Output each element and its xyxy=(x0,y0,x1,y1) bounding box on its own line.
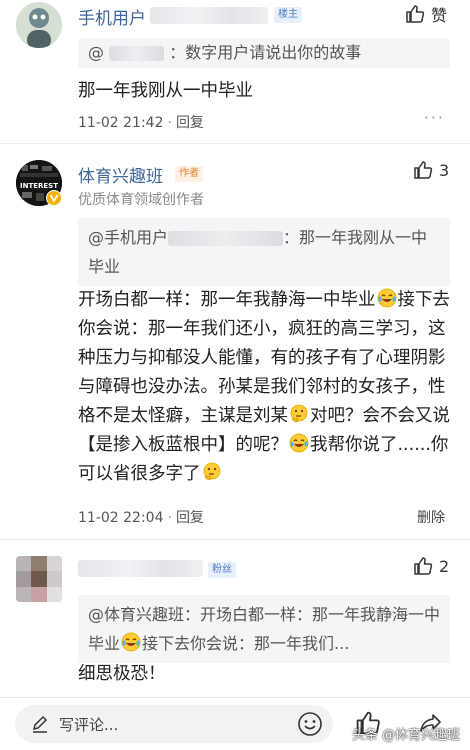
watermark: 头条 @体育兴趣班 xyxy=(351,728,460,743)
pixelated-avatar-icon xyxy=(16,556,62,602)
user-title: 优质体育领域创作者 xyxy=(78,192,204,208)
comment-text: 开场白都一样：那一年我静海一中毕业 接下去你会说：那一年我们还小，疯狂的高三学习，… xyxy=(78,286,453,489)
comment-meta: 11-02 21:42 · 回复 xyxy=(78,112,204,132)
username-redacted xyxy=(78,560,203,577)
like-count: 2 xyxy=(439,556,450,576)
comment-text: 细思极恐！ xyxy=(78,664,166,684)
tears-of-joy-emoji-icon xyxy=(121,632,141,652)
avatar[interactable] xyxy=(16,2,62,48)
username[interactable]: 体育兴趣班 xyxy=(78,162,163,187)
emoji-picker-icon[interactable] xyxy=(297,711,323,737)
bottom-bar: 写评论... 头条 @体育兴趣班 xyxy=(0,697,470,750)
comment-2: INTEREST 体育兴趣班 作者 优质体育领域创作者 3 @手机用户 ：那一年我… xyxy=(0,144,470,539)
comment-text: 那一年我刚从一中毕业 xyxy=(78,81,253,101)
svg-text:INTEREST: INTEREST xyxy=(20,182,58,190)
like-button[interactable]: 3 xyxy=(413,160,449,180)
thumbs-up-icon xyxy=(414,161,433,179)
fan-badge: 粉丝 xyxy=(208,562,236,578)
tears-of-joy-emoji-icon xyxy=(289,433,309,453)
quoted-reply[interactable]: @手机用户 ：那一年我刚从一中毕业 xyxy=(78,218,450,286)
like-button[interactable]: 赞 xyxy=(405,2,447,26)
tears-of-joy-emoji-icon xyxy=(377,288,396,308)
comment-1: 手机用户 楼主 赞 @ ：数字用户请说出你的故事 那一年我刚从一中毕业 11-0… xyxy=(0,0,470,143)
thinking-emoji-icon xyxy=(203,462,220,481)
comment-placeholder: 写评论... xyxy=(59,715,119,734)
timestamp: 11-02 22:04 xyxy=(78,510,164,526)
author-badge: 作者 xyxy=(175,166,203,182)
meta-dot: · xyxy=(167,115,172,131)
reply-button[interactable]: 回复 xyxy=(176,115,204,131)
like-count: 3 xyxy=(439,160,450,180)
reply-button[interactable]: 回复 xyxy=(176,510,204,526)
meta-dot: · xyxy=(167,510,172,526)
like-button[interactable]: 2 xyxy=(413,556,449,576)
like-label: 赞 xyxy=(431,6,448,25)
more-options-icon[interactable]: ··· xyxy=(424,108,445,127)
thumbs-up-icon xyxy=(414,557,433,575)
quoted-reply[interactable]: @ ：数字用户请说出你的故事 xyxy=(78,38,450,68)
thinking-emoji-icon xyxy=(290,404,308,423)
username-redacted xyxy=(150,7,268,24)
timestamp: 11-02 21:42 xyxy=(78,115,164,131)
quote-text: 接下去你会说：那一年我们... xyxy=(142,634,350,653)
username[interactable]: 手机用户 xyxy=(78,4,146,29)
pencil-icon xyxy=(32,715,48,733)
verified-v-icon xyxy=(46,190,62,206)
user-avatar-icon xyxy=(16,2,62,48)
quote-text: ：数字用户请说出你的故事 xyxy=(169,43,362,62)
quote-user-redacted xyxy=(168,231,284,246)
delete-button[interactable]: 删除 xyxy=(417,507,445,527)
quote-user-redacted xyxy=(109,46,165,61)
comment-meta: 11-02 22:04 · 回复 xyxy=(78,507,204,527)
quote-prefix: @手机用户 xyxy=(88,228,169,247)
comment-input[interactable]: 写评论... xyxy=(15,705,333,743)
avatar[interactable] xyxy=(16,556,62,602)
quote-prefix: @ xyxy=(88,43,104,62)
text-part: 开场白都一样：那一年我静海一中毕业 xyxy=(78,290,376,310)
comment-3: 粉丝 2 @体育兴趣班：开场白都一样：那一年我静海一中毕业 接下去你会说：那一年我… xyxy=(0,540,470,700)
quoted-reply[interactable]: @体育兴趣班：开场白都一样：那一年我静海一中毕业 接下去你会说：那一年我们... xyxy=(78,595,450,663)
thumbs-up-icon xyxy=(406,5,425,23)
op-badge: 楼主 xyxy=(274,7,302,23)
